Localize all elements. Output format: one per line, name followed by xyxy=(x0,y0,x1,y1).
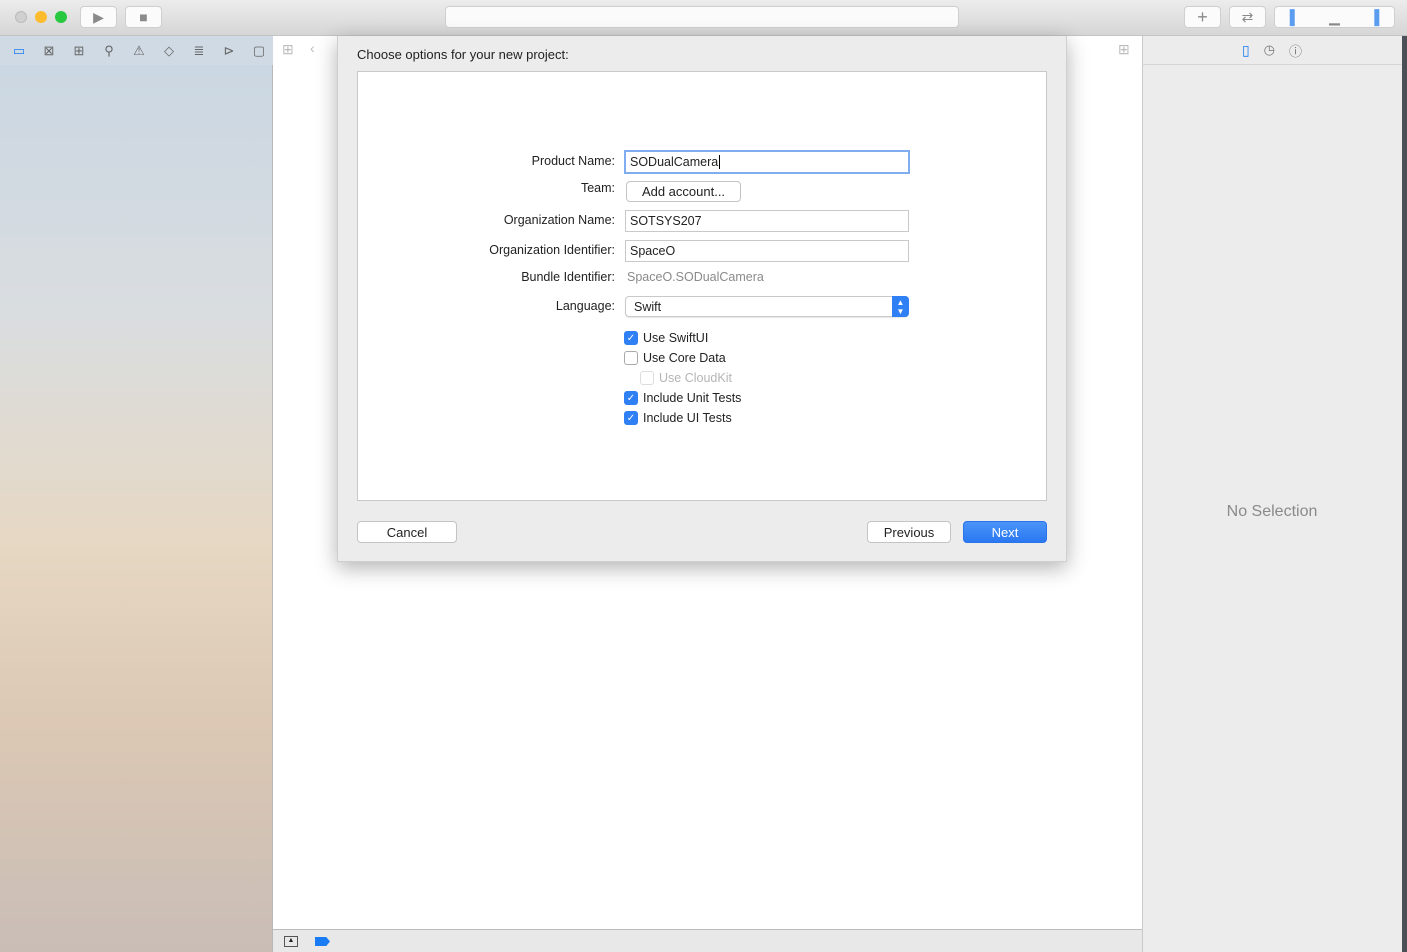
include-unit-tests-checkbox[interactable]: ✓ Include Unit Tests xyxy=(624,391,741,405)
checkmark-icon: ✓ xyxy=(624,331,638,345)
warning-icon[interactable]: ⚠ xyxy=(129,41,149,61)
navigator-toolbar: ▭ ⊠ ⊞ ⚲ ⚠ ◇ ≣ ⊳ ▢ xyxy=(0,36,273,65)
use-cloudkit-checkbox[interactable]: Use CloudKit xyxy=(640,371,732,385)
desktop-edge xyxy=(1402,36,1407,952)
product-name-input[interactable]: SODualCamera xyxy=(624,150,910,174)
stop-icon: ■ xyxy=(139,9,148,25)
options-box xyxy=(357,71,1047,501)
product-name-value: SODualCamera xyxy=(630,155,719,169)
folder-icon[interactable]: ▭ xyxy=(9,41,29,61)
checkbox-empty-icon xyxy=(624,351,638,365)
debug-bar: ▲ xyxy=(273,929,1142,952)
org-name-label: Organization Name: xyxy=(503,213,615,227)
stop-button[interactable]: ■ xyxy=(125,6,162,28)
no-selection-text: No Selection xyxy=(1226,503,1318,520)
language-select[interactable]: Swift ▲ ▼ xyxy=(625,296,909,317)
activity-field[interactable] xyxy=(445,6,959,28)
file-inspector-icon[interactable]: ▯ xyxy=(1242,42,1250,59)
org-id-input[interactable]: SpaceO xyxy=(625,240,909,262)
product-name-label: Product Name: xyxy=(531,154,615,168)
close-button[interactable] xyxy=(15,11,27,23)
swap-arrows-icon: ⇄ xyxy=(1241,8,1254,25)
add-editor-icon[interactable]: ⊞ xyxy=(1118,41,1130,58)
bundle-id-value: SpaceO.SODualCamera xyxy=(627,270,764,284)
breakpoint-icon[interactable]: ⊳ xyxy=(219,41,239,61)
checkbox-empty-icon xyxy=(640,371,654,385)
panel-toggle-group: ▌ ▁ ▐ xyxy=(1274,6,1395,28)
org-id-label: Organization Identifier: xyxy=(489,243,615,257)
inspector-toolbar: ▯ ◷ ⓘ xyxy=(1142,36,1402,65)
use-swiftui-checkbox[interactable]: ✓ Use SwiftUI xyxy=(624,331,708,345)
checkbox-label: Include UI Tests xyxy=(643,411,732,425)
source-control-icon[interactable]: ⊠ xyxy=(39,41,59,61)
test-icon[interactable]: ◇ xyxy=(159,41,179,61)
next-button[interactable]: Next xyxy=(963,521,1047,543)
right-panel-icon[interactable]: ▐ xyxy=(1369,9,1379,25)
zoom-button[interactable] xyxy=(55,11,67,23)
library-button[interactable]: + xyxy=(1184,6,1221,28)
checkbox-label: Use CloudKit xyxy=(659,371,732,385)
checkmark-icon: ✓ xyxy=(624,391,638,405)
inspector-pane xyxy=(1142,36,1402,952)
chevron-updown-icon: ▲ ▼ xyxy=(892,296,909,317)
related-items-icon[interactable]: ⊞ xyxy=(282,41,294,58)
previous-button[interactable]: Previous xyxy=(867,521,951,543)
plus-icon: + xyxy=(1197,6,1208,27)
back-icon[interactable]: ‹ xyxy=(310,40,315,56)
bundle-id-label: Bundle Identifier: xyxy=(521,270,615,284)
minimize-button[interactable] xyxy=(35,11,47,23)
breakpoints-toggle-icon[interactable] xyxy=(315,937,330,946)
team-label: Team: xyxy=(580,181,615,195)
history-icon[interactable]: ◷ xyxy=(1264,42,1275,58)
play-icon: ▶ xyxy=(93,8,104,25)
navigator-pane xyxy=(0,36,273,952)
search-icon[interactable]: ⚲ xyxy=(99,41,119,61)
left-panel-icon[interactable]: ▌ xyxy=(1290,9,1300,25)
checkmark-icon: ✓ xyxy=(624,411,638,425)
org-name-input[interactable]: SOTSYS207 xyxy=(625,210,909,232)
hide-debug-icon[interactable]: ▲ xyxy=(284,936,298,947)
checkbox-label: Use SwiftUI xyxy=(643,331,709,345)
add-account-button[interactable]: Add account... xyxy=(626,181,741,202)
code-review-button[interactable]: ⇄ xyxy=(1229,6,1266,28)
help-icon[interactable]: ⓘ xyxy=(1289,41,1302,60)
run-button[interactable]: ▶ xyxy=(80,6,117,28)
debug-icon[interactable]: ≣ xyxy=(189,41,209,61)
sheet-title: Choose options for your new project: xyxy=(357,47,569,62)
use-core-data-checkbox[interactable]: Use Core Data xyxy=(624,351,726,365)
report-icon[interactable]: ▢ xyxy=(249,41,269,61)
checkbox-label: Use Core Data xyxy=(643,351,726,365)
language-value: Swift xyxy=(634,300,662,314)
bottom-panel-icon[interactable]: ▁ xyxy=(1329,9,1340,26)
language-label: Language: xyxy=(555,299,615,313)
cancel-button[interactable]: Cancel xyxy=(357,521,457,543)
hierarchy-icon[interactable]: ⊞ xyxy=(69,41,89,61)
include-ui-tests-checkbox[interactable]: ✓ Include UI Tests xyxy=(624,411,732,425)
checkbox-label: Include Unit Tests xyxy=(643,391,742,405)
title-bar: ▶ ■ + ⇄ ▌ ▁ ▐ xyxy=(0,0,1407,36)
